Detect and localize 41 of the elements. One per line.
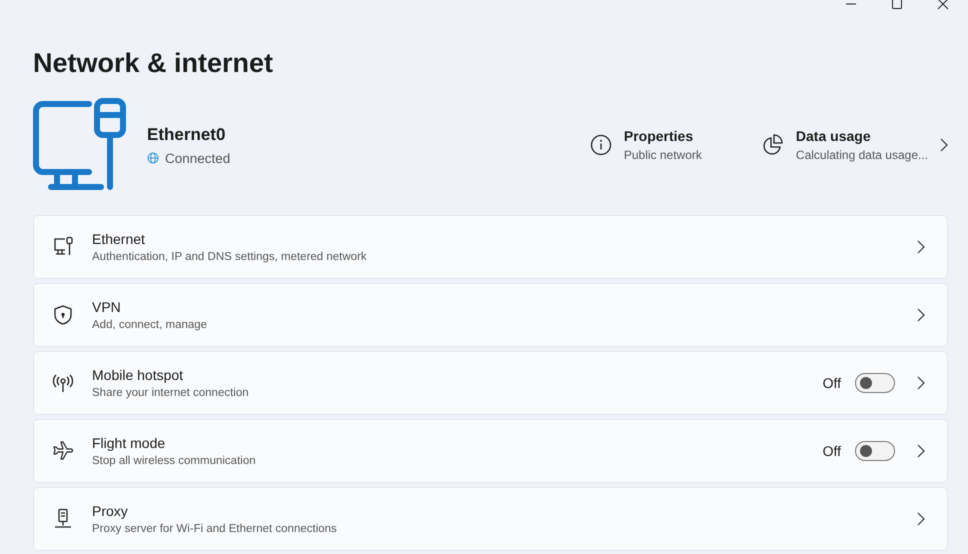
setting-description: Proxy server for Wi-Fi and Ethernet connections [92,523,338,535]
setting-title: Mobile hotspot [92,367,184,383]
toggle-state-label: Off [822,443,841,459]
chevron-right-icon [917,512,925,526]
setting-title: Flight mode [92,435,166,451]
properties-link[interactable]: Properties Public network [590,128,702,162]
globe-icon [147,152,159,164]
connection-name: Ethernet0 [147,124,226,144]
setting-description: Add, connect, manage [92,319,208,331]
settings-card[interactable]: Proxy Proxy server for Wi-Fi and Ethernet connections [33,487,948,551]
toggle-switch[interactable] [855,441,895,461]
proxy-server-icon [52,508,74,530]
settings-card[interactable]: Ethernet Authentication, IP and DNS settings, metered network [33,215,948,279]
chevron-right-icon [917,444,925,458]
chevron-right-icon [917,308,925,322]
maximize-icon[interactable] [891,0,903,10]
info-icon [590,134,612,156]
connection-status: Connected [165,150,230,166]
close-icon[interactable] [937,0,949,10]
setting-description: Share your internet connection [92,387,250,399]
data-usage-link[interactable]: Data usage Calculating data usage... [762,128,948,162]
chevron-right-icon [940,138,948,152]
computer-ethernet-icon [52,236,74,258]
setting-title: Ethernet [92,231,146,247]
setting-title: VPN [92,299,122,315]
toggle-switch[interactable] [855,373,895,393]
computer-ethernet-icon [33,98,127,192]
shield-icon [52,304,74,326]
settings-card[interactable]: VPN Add, connect, manage [33,283,948,347]
setting-description: Authentication, IP and DNS settings, metered network [92,251,368,263]
chevron-right-icon [917,376,925,390]
settings-card[interactable]: Flight mode Stop all wireless communication Off [33,419,948,483]
settings-card[interactable]: Mobile hotspot Share your internet connection Off [33,351,948,415]
chevron-right-icon [917,240,925,254]
airplane-icon [52,440,74,462]
setting-description: Stop all wireless communication [92,455,257,467]
page-title: Network & internet [33,48,274,79]
antenna-icon [52,372,74,394]
pie-chart-icon [762,134,784,156]
setting-title: Proxy [92,503,129,519]
toggle-state-label: Off [822,375,841,391]
